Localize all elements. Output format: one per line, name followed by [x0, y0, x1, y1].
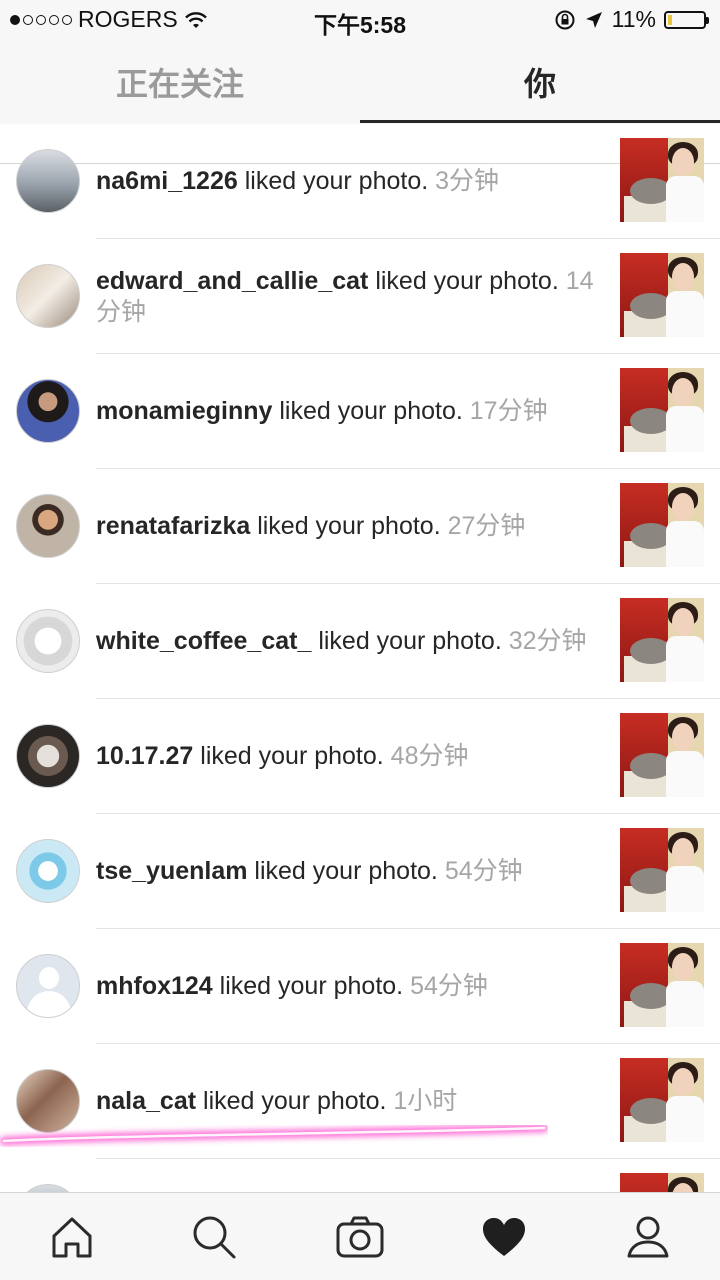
- timestamp: 32分钟: [508, 627, 587, 655]
- heart-icon: [483, 1218, 525, 1256]
- nav-home[interactable]: [42, 1207, 102, 1267]
- avatar[interactable]: [16, 149, 80, 213]
- search-icon: [193, 1216, 236, 1259]
- action-text: liked your photo.: [212, 972, 411, 1000]
- status-bar: ROGERS 下午5:58 11%: [0, 0, 720, 40]
- username-link[interactable]: 10.17.27: [96, 742, 193, 770]
- action-text: liked your photo.: [196, 1087, 394, 1115]
- username-link[interactable]: na6mi_1226: [96, 167, 238, 195]
- username-link[interactable]: edward_and_callie_cat: [96, 267, 368, 295]
- list-item[interactable]: monamieginny liked your photo. 17分钟: [0, 354, 720, 469]
- list-item[interactable]: white_coffee_cat_ liked your photo. 32分钟: [0, 584, 720, 699]
- action-text: liked your photo.: [247, 857, 445, 885]
- liked-photo-thumbnail[interactable]: [620, 1058, 704, 1142]
- list-item[interactable]: nala_cat liked your photo. 1小时: [0, 1044, 720, 1159]
- avatar[interactable]: [16, 264, 80, 328]
- list-item[interactable]: 10.17.27 liked your photo. 48分钟: [0, 699, 720, 814]
- avatar[interactable]: [16, 609, 80, 673]
- username-link[interactable]: tse_yuenlam: [96, 857, 247, 885]
- liked-photo-thumbnail[interactable]: [620, 138, 704, 222]
- tab-you[interactable]: 你: [360, 40, 720, 124]
- battery-percent: 11%: [611, 6, 656, 32]
- activity-tabs: 正在关注 你: [0, 40, 720, 164]
- list-item[interactable]: mhfox124 liked your photo. 54分钟: [0, 929, 720, 1044]
- liked-photo-thumbnail[interactable]: [620, 368, 704, 452]
- liked-photo-thumbnail[interactable]: [620, 598, 704, 682]
- username-link[interactable]: renatafarizka: [96, 512, 250, 540]
- timestamp: 27分钟: [447, 512, 526, 540]
- avatar[interactable]: [16, 839, 80, 903]
- active-tab-indicator: [360, 120, 720, 123]
- avatar[interactable]: [16, 954, 80, 1018]
- list-item[interactable]: renatafarizka liked your photo. 27分钟: [0, 469, 720, 584]
- liked-photo-thumbnail[interactable]: [620, 1173, 704, 1192]
- notification-text: white_coffee_cat_ liked your photo. 32分钟: [96, 584, 596, 699]
- action-text: liked your photo.: [250, 512, 448, 540]
- notification-text: nala_cat liked your photo. 1小时: [96, 1044, 596, 1159]
- action-text: liked your photo.: [272, 397, 470, 425]
- notification-text: monamieginny liked your photo. 17分钟: [96, 354, 596, 469]
- notification-text: renatafarizka liked your photo. 27分钟: [96, 469, 596, 584]
- username-link[interactable]: monamieginny: [96, 397, 272, 425]
- avatar[interactable]: [16, 724, 80, 788]
- bottom-tab-bar: [0, 1192, 720, 1280]
- liked-photo-thumbnail[interactable]: [620, 253, 704, 337]
- avatar[interactable]: [16, 1069, 80, 1133]
- liked-photo-thumbnail[interactable]: [620, 943, 704, 1027]
- action-text: liked your photo.: [368, 266, 566, 295]
- nav-profile[interactable]: [618, 1207, 678, 1267]
- nav-activity[interactable]: [474, 1207, 534, 1267]
- camera-icon: [336, 1216, 384, 1258]
- list-item-partial[interactable]: [0, 1159, 720, 1192]
- profile-icon: [627, 1216, 669, 1258]
- list-item[interactable]: edward_and_callie_cat liked your photo. …: [0, 239, 720, 354]
- notification-text: tse_yuenlam liked your photo. 54分钟: [96, 814, 596, 929]
- timestamp: 3分钟: [435, 167, 500, 195]
- action-text: liked your photo.: [193, 742, 391, 770]
- liked-photo-thumbnail[interactable]: [620, 713, 704, 797]
- home-icon: [52, 1217, 92, 1258]
- timestamp: 1小时: [393, 1087, 458, 1115]
- battery-icon: [664, 10, 709, 29]
- username-link[interactable]: white_coffee_cat_: [96, 627, 311, 655]
- liked-photo-thumbnail[interactable]: [620, 483, 704, 567]
- tab-following[interactable]: 正在关注: [0, 40, 360, 124]
- avatar[interactable]: [16, 494, 80, 558]
- orientation-lock-icon: [555, 10, 575, 29]
- username-link[interactable]: nala_cat: [96, 1087, 196, 1115]
- notification-text: na6mi_1226 liked your photo. 3分钟: [96, 124, 596, 239]
- liked-photo-thumbnail[interactable]: [620, 828, 704, 912]
- timestamp: 17分钟: [469, 397, 548, 425]
- notification-text: edward_and_callie_cat liked your photo. …: [96, 239, 596, 354]
- nav-camera[interactable]: [330, 1207, 390, 1267]
- nav-search[interactable]: [184, 1207, 244, 1267]
- timestamp: 54分钟: [444, 857, 523, 885]
- timestamp: 48分钟: [390, 742, 469, 770]
- timestamp: 54分钟: [410, 972, 488, 1000]
- notification-text: 10.17.27 liked your photo. 48分钟: [96, 699, 596, 814]
- avatar[interactable]: [16, 379, 80, 443]
- action-text: liked your photo.: [311, 627, 509, 655]
- location-arrow-icon: [585, 11, 602, 28]
- action-text: liked your photo.: [237, 167, 436, 195]
- list-item[interactable]: tse_yuenlam liked your photo. 54分钟: [0, 814, 720, 929]
- notification-list[interactable]: na6mi_1226 liked your photo. 3分钟 edward_…: [0, 124, 720, 1192]
- list-item[interactable]: na6mi_1226 liked your photo. 3分钟: [0, 124, 720, 239]
- notification-text: mhfox124 liked your photo. 54分钟: [96, 929, 596, 1044]
- username-link[interactable]: mhfox124: [96, 972, 213, 1000]
- avatar[interactable]: [16, 1184, 80, 1192]
- status-right: 11%: [554, 6, 709, 33]
